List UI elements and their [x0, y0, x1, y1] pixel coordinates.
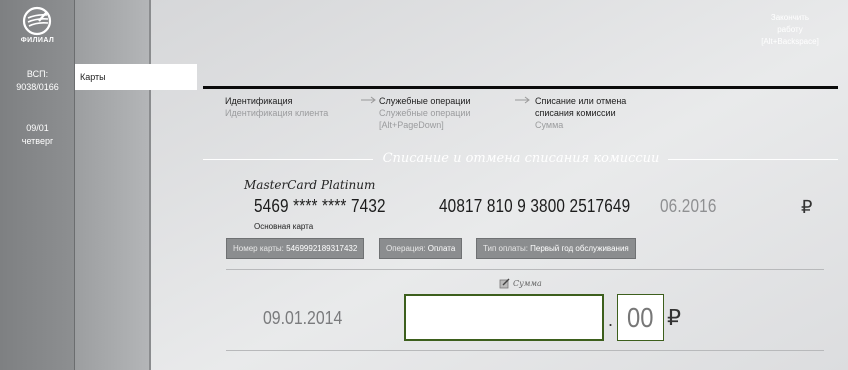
logo-text: ФИЛИАЛ [20, 37, 55, 44]
amount-currency: ₽ [667, 305, 681, 330]
edit-icon [499, 278, 510, 289]
branch-label: ВСП: [26, 69, 49, 79]
amount-input[interactable] [404, 294, 604, 341]
card-expiry: 06.2016 [660, 196, 717, 216]
branch-code: 9038/0166 [16, 82, 59, 92]
card-number: 5469 **** **** 7432 [254, 196, 386, 216]
section-rule-left [203, 159, 373, 160]
tag-label: Тип оплаты: [483, 244, 528, 253]
nav-column [75, 0, 150, 370]
finish-shortcut: [Alt+Backspace] [761, 37, 819, 46]
bank-logo-icon [22, 6, 52, 36]
step-sub: Сумма [535, 120, 564, 130]
decimal-separator: . [608, 310, 614, 330]
card-currency: ₽ [801, 197, 813, 217]
current-date: 09/01 [26, 123, 49, 133]
step-commission: Списание или отмена списания комиссии Су… [535, 95, 626, 131]
tag-label: Номер карты: [233, 244, 284, 253]
tag-value: Оплата [427, 244, 456, 253]
tag-payment-type: Тип оплаты: Первый год обслуживания [476, 238, 636, 259]
arrow-right-icon [515, 96, 530, 104]
card-type: MasterCard Platinum [244, 178, 376, 192]
tag-card-number: Номер карты: 5469992189317432 [226, 238, 365, 259]
tag-value: Первый год обслуживания [530, 244, 629, 253]
left-sidebar: ФИЛИАЛ ВСП: 9038/0166 09/01 четверг [0, 0, 75, 370]
step-title: Служебные операции [379, 96, 471, 106]
step-identification[interactable]: Идентификация Идентификация клиента [225, 95, 328, 119]
nav-item-cards[interactable]: Карты [75, 64, 197, 90]
kopecks-value: 00 [627, 302, 654, 333]
divider [226, 350, 824, 351]
operation-date: 09.01.2014 [263, 308, 343, 328]
step-title-line2: списания комиссии [535, 108, 616, 118]
arrow-right-icon [361, 96, 376, 104]
step-sub: Служебные операции [379, 108, 471, 118]
finish-work-button[interactable]: Закончить работу [Alt+Backspace] [740, 12, 840, 48]
step-service-operations[interactable]: Служебные операции Служебные операции [A… [379, 95, 470, 131]
main-card-label: Основная карта [254, 222, 314, 231]
amount-label: Сумма [513, 279, 542, 288]
tag-value: 5469992189317432 [286, 244, 358, 253]
step-sub: Идентификация клиента [225, 108, 329, 118]
step-shortcut: [Alt+PageDown] [379, 120, 444, 130]
tag-operation: Операция: Оплата [379, 238, 463, 259]
section-rule-right [668, 159, 838, 160]
section-title: Списание и отмена списания комиссии [382, 151, 660, 166]
header-rule [203, 86, 838, 89]
step-title-line1: Списание или отмена [535, 96, 627, 106]
divider [226, 269, 824, 270]
finish-label-1: Закончить [770, 13, 810, 22]
step-title: Идентификация [225, 96, 293, 106]
account-number: 40817 810 9 3800 2517649 [439, 196, 631, 216]
current-weekday: четверг [21, 136, 54, 146]
tag-label: Операция: [386, 244, 426, 253]
finish-label-2: работу [777, 25, 803, 34]
